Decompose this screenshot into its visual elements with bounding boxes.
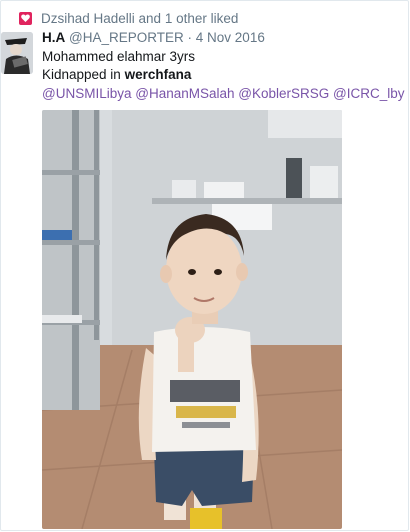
tweet-text-line-1: Mohammed elahmar 3yrs [42, 49, 196, 64]
mention-link[interactable]: @ICRC_lby [333, 86, 404, 101]
tweet-content: H.A @HA_REPORTER · 4 Nov 2016 Mohammed e… [42, 29, 405, 103]
tweet-photo[interactable] [42, 110, 342, 529]
tweet-header: H.A @HA_REPORTER · 4 Nov 2016 [42, 29, 398, 47]
avatar[interactable] [1, 32, 33, 74]
tweet-card[interactable]: Dzsihad Hadelli and 1 other liked H.A @H… [0, 0, 409, 531]
mention-link[interactable]: @KoblerSRSG [238, 86, 329, 101]
tweet-date[interactable]: 4 Nov 2016 [196, 30, 265, 45]
mentions-row: @UNSMILibya @HananMSalah @KoblerSRSG @IC… [42, 85, 405, 103]
separator-dot: · [187, 30, 193, 45]
tweet-text-line-2: Kidnapped in werchfana [42, 66, 398, 84]
mention-link[interactable]: @UNSMILibya [42, 86, 131, 101]
display-name[interactable]: H.A [42, 30, 65, 45]
tweet-text-prefix: Kidnapped in [42, 67, 125, 82]
mention-link[interactable]: @HananMSalah [135, 86, 234, 101]
user-handle[interactable]: @HA_REPORTER [69, 30, 184, 45]
social-context: Dzsihad Hadelli and 1 other liked [19, 9, 238, 27]
heart-icon [19, 11, 32, 25]
liked-by-text[interactable]: Dzsihad Hadelli and 1 other liked [41, 11, 238, 26]
tweet-text: Mohammed elahmar 3yrs Kidnapped in werch… [42, 48, 405, 103]
place-name: werchfana [124, 67, 192, 82]
